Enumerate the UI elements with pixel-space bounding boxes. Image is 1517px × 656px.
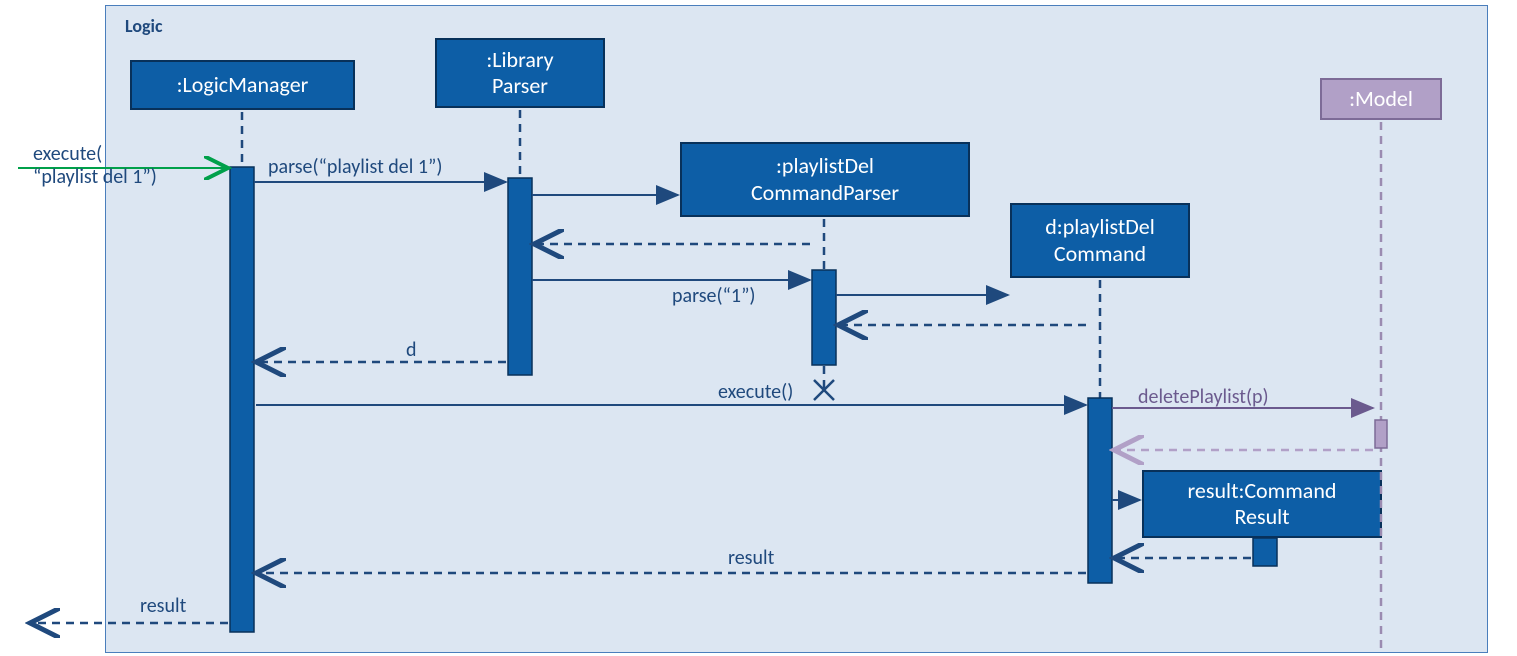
msg-execute: execute() [718,380,793,404]
msg-parse-one: parse(“1”) [672,284,756,308]
msg-result-out: result [140,594,186,618]
msg-d: d [406,338,417,362]
msg-entry: execute( “playlist del 1”) [33,143,157,189]
msg-deleteplaylist: deletePlaylist(p) [1138,385,1269,409]
msg-parse-full: parse(“playlist del 1”) [268,155,442,179]
msg-result-return: result [728,546,774,570]
